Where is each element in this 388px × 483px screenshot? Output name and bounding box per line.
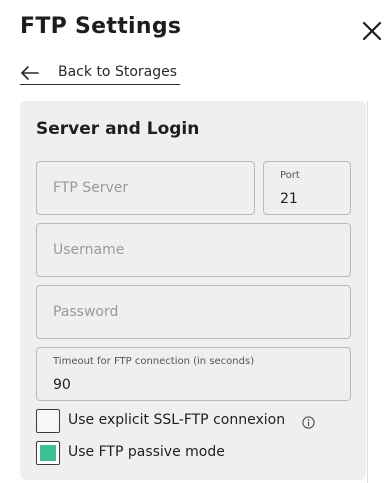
passive-mode-label: Use FTP passive mode xyxy=(68,444,225,460)
info-icon[interactable] xyxy=(302,416,315,429)
port-value: 21 xyxy=(280,191,298,207)
port-label: Port xyxy=(280,170,300,181)
page-title: FTP Settings xyxy=(20,14,182,39)
ssl-ftp-label: Use explicit SSL-FTP connexion xyxy=(68,412,286,428)
passive-mode-checkbox[interactable] xyxy=(36,441,60,465)
ftp-server-placeholder: FTP Server xyxy=(53,180,129,196)
close-icon[interactable] xyxy=(359,18,385,44)
ssl-ftp-option[interactable]: Use explicit SSL-FTP connexion xyxy=(36,409,336,435)
password-input[interactable]: Password xyxy=(36,285,351,339)
back-to-storages-link[interactable]: Back to Storages xyxy=(20,62,180,85)
passive-mode-option[interactable]: Use FTP passive mode xyxy=(36,441,276,467)
username-placeholder: Username xyxy=(53,242,125,258)
back-link-label: Back to Storages xyxy=(58,64,178,80)
timeout-value: 90 xyxy=(53,377,71,393)
arrow-left-icon xyxy=(21,66,39,80)
timeout-input[interactable]: Timeout for FTP connection (in seconds) … xyxy=(36,347,351,401)
ssl-ftp-checkbox[interactable] xyxy=(36,409,60,433)
timeout-label: Timeout for FTP connection (in seconds) xyxy=(53,356,255,367)
ftp-server-input[interactable]: FTP Server xyxy=(36,161,255,215)
port-input[interactable]: Port 21 xyxy=(263,161,351,215)
section-title: Server and Login xyxy=(36,119,200,139)
panel-divider xyxy=(367,101,368,483)
password-placeholder: Password xyxy=(53,304,119,320)
server-login-card: Server and Login FTP Server Port 21 User… xyxy=(20,101,366,480)
username-input[interactable]: Username xyxy=(36,223,351,277)
checkbox-fill xyxy=(40,445,56,461)
